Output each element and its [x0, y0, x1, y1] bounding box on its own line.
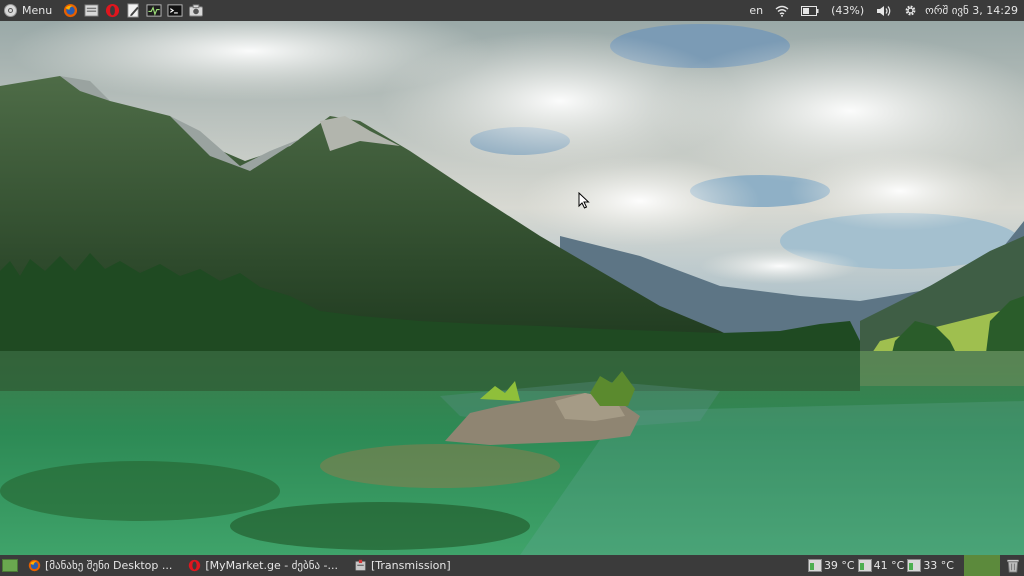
clock-text: ორშ ივნ 3, 14:29: [925, 4, 1018, 17]
temperature-value: 39 °C: [823, 559, 855, 572]
menu-button[interactable]: Menu: [0, 0, 58, 21]
temperature-sensor[interactable]: 39 °C: [807, 559, 855, 572]
thermometer-icon: [857, 559, 872, 572]
text-editor-icon[interactable]: [125, 3, 141, 19]
wifi-icon[interactable]: [775, 5, 789, 17]
screenshot-icon[interactable]: [188, 3, 204, 19]
battery-icon: [801, 5, 819, 16]
volume-icon[interactable]: [876, 5, 892, 17]
firefox-icon[interactable]: [62, 3, 78, 19]
settings-gear-icon: [905, 5, 916, 16]
mouse-cursor-icon: [578, 192, 590, 209]
keyboard-layout-indicator[interactable]: en: [749, 4, 763, 17]
taskbar-item-transmission[interactable]: [Transmission]: [350, 555, 455, 576]
battery-percent: (43%): [831, 4, 865, 17]
terminal-icon[interactable]: [167, 3, 183, 19]
system-tray: en (43%) ორშ ივნ 3, 14:29: [749, 0, 1024, 21]
taskbar-item-firefox[interactable]: [მანახე შენი Desktop ...: [24, 555, 176, 576]
temperature-sensor[interactable]: 41 °C: [857, 559, 905, 572]
desktop-wallpaper: [0, 21, 1024, 555]
clock-indicator[interactable]: ორშ ივნ 3, 14:29: [904, 4, 1018, 17]
file-manager-icon[interactable]: [83, 3, 99, 19]
thermometer-icon: [807, 559, 822, 572]
taskbar-item-opera[interactable]: [MyMarket.ge - ძებნა -...: [184, 555, 342, 576]
taskbar-item-label: [Transmission]: [371, 559, 451, 572]
opera-icon: [189, 559, 201, 572]
thermometer-icon: [907, 559, 922, 572]
menu-label: Menu: [22, 4, 53, 17]
bottom-panel: [მანახე შენი Desktop ... [MyMarket.ge - …: [0, 555, 1024, 576]
show-desktop-icon[interactable]: [2, 559, 18, 572]
trash-icon[interactable]: [1006, 558, 1020, 573]
taskbar-item-label: [მანახე შენი Desktop ...: [45, 559, 173, 572]
taskbar: [მანახე შენი Desktop ... [MyMarket.ge - …: [24, 555, 455, 576]
temperature-value: 41 °C: [873, 559, 905, 572]
menu-logo-icon: [4, 4, 17, 17]
temperature-sensor[interactable]: 33 °C: [907, 559, 954, 572]
battery-indicator[interactable]: (43%): [801, 4, 864, 17]
taskbar-item-label: [MyMarket.ge - ძებნა -...: [205, 559, 338, 572]
temperature-value: 33 °C: [923, 559, 954, 572]
launcher-bar: [62, 3, 204, 19]
workspace-switcher[interactable]: [964, 555, 1000, 576]
transmission-icon: [355, 559, 366, 571]
opera-icon[interactable]: [104, 3, 120, 19]
desktop: Menu en (43%) ორშ ივნ 3, 14:29 [მანახე შ…: [0, 0, 1024, 576]
top-panel: Menu en (43%) ორშ ივნ 3, 14:29: [0, 0, 1024, 21]
temperature-applet: 39 °C 41 °C 33 °C: [807, 555, 958, 576]
system-monitor-icon[interactable]: [146, 3, 162, 19]
firefox-icon: [28, 559, 41, 572]
